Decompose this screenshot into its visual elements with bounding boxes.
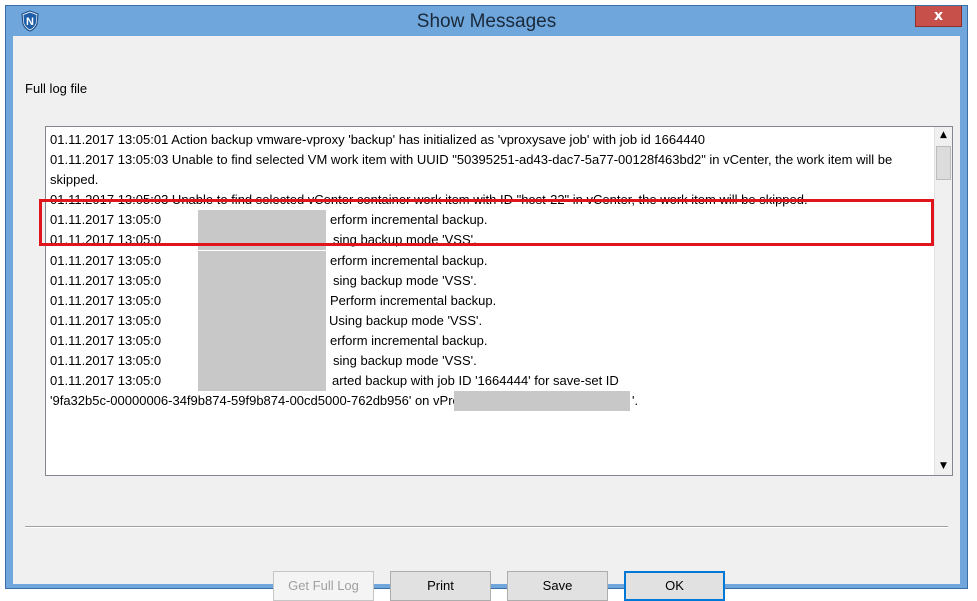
log-content: 01.11.2017 13:05:01 Action backup vmware… xyxy=(46,127,934,475)
log-textarea[interactable]: 01.11.2017 13:05:01 Action backup vmware… xyxy=(45,126,953,476)
log-line: 01.11.2017 13:05:0 sing backup mode 'VSS'… xyxy=(50,270,934,291)
get-full-log-button[interactable]: Get Full Log xyxy=(273,571,374,601)
full-log-label: Full log file xyxy=(25,81,88,96)
redacted-area xyxy=(198,330,326,351)
dialog-body: Full log file 01.11.2017 13:05:01 Action… xyxy=(13,36,960,601)
log-line: 01.11.2017 13:05:0 erform incremental bac… xyxy=(50,330,934,351)
highlight-annotation xyxy=(39,199,934,246)
redacted-area xyxy=(454,391,630,412)
log-line: '9fa32b5c-00000006-34f9b874-59f9b874-00c… xyxy=(50,391,934,412)
close-button[interactable]: x xyxy=(915,6,962,27)
separator xyxy=(25,526,948,528)
redacted-area xyxy=(198,290,326,311)
scroll-thumb[interactable] xyxy=(936,146,951,180)
log-line: 01.11.2017 13:05:01 Action backup vmware… xyxy=(50,132,706,147)
print-button[interactable]: Print xyxy=(390,571,491,601)
window-title: Show Messages xyxy=(416,11,557,32)
scroll-down-arrow-icon[interactable]: ▼ xyxy=(936,458,951,475)
ok-button[interactable]: OK xyxy=(624,571,725,601)
redacted-area xyxy=(198,270,326,291)
log-line: 01.11.2017 13:05:0 sing backup mode 'VSS'… xyxy=(50,351,934,372)
redacted-area xyxy=(198,371,326,392)
title-bar[interactable]: N Show Messages x xyxy=(6,6,967,36)
log-line: 01.11.2017 13:05:0 Perform incremental ba… xyxy=(50,290,934,311)
log-line: 01.11.2017 13:05:0 arted backup with job … xyxy=(50,371,934,392)
redacted-area xyxy=(198,250,326,271)
log-scrollbar[interactable]: ▲ ▼ xyxy=(934,127,952,475)
log-line: 01.11.2017 13:05:0 erform incremental bac… xyxy=(50,250,934,271)
log-line: 01.11.2017 13:05:03 Unable to find selec… xyxy=(50,152,893,188)
log-line: 01.11.2017 13:05:0 Using backup mode 'VSS… xyxy=(50,310,934,331)
save-button[interactable]: Save xyxy=(507,571,608,601)
redacted-area xyxy=(198,310,326,331)
redacted-area xyxy=(198,351,326,372)
show-messages-window: N Show Messages x Full log file 01.11.20… xyxy=(5,5,968,601)
scroll-up-arrow-icon[interactable]: ▲ xyxy=(936,127,951,144)
